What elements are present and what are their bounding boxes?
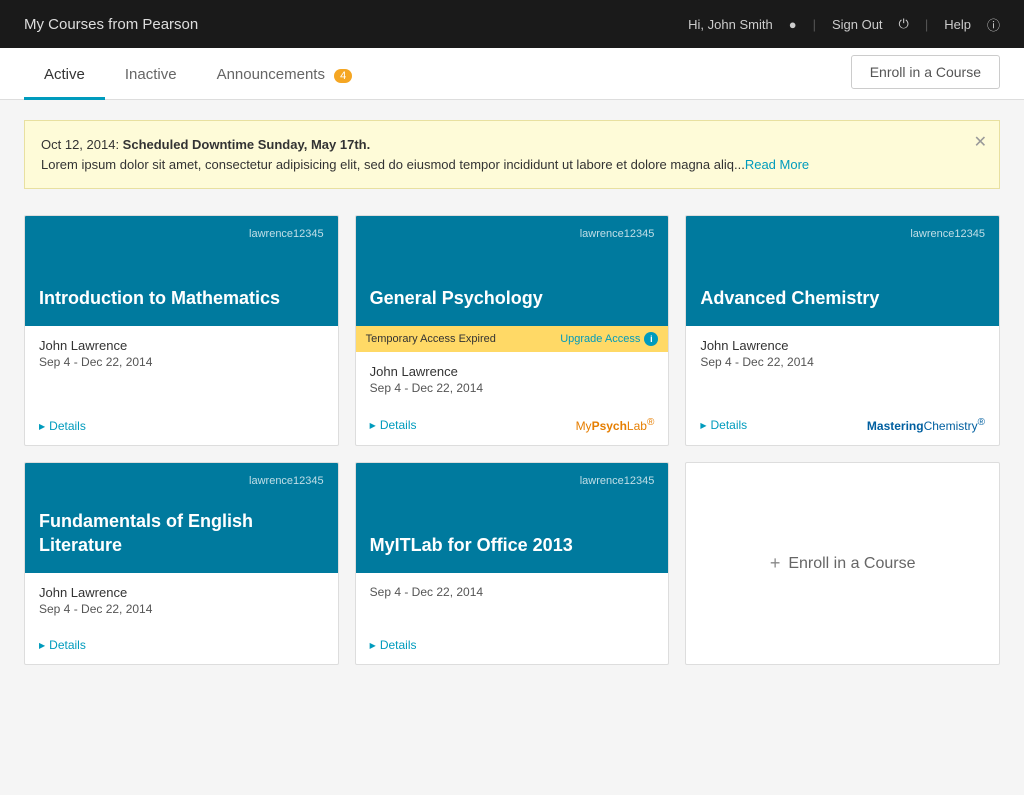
sign-out-link[interactable]: Sign Out [832,17,883,32]
card-dates: Sep 4 - Dec 22, 2014 [700,355,985,369]
temp-access-label: Temporary Access Expired [366,333,496,345]
details-link[interactable]: Details [370,418,417,432]
upgrade-access-link[interactable]: Upgrade Access i [560,332,658,346]
card-instructor: John Lawrence [39,338,324,353]
card-title: General Psychology [370,287,655,310]
card-header: lawrence12345 General Psychology [356,216,669,326]
card-dates: Sep 4 - Dec 22, 2014 [370,585,655,599]
tabs-bar: Active Inactive Announcements 4 Enroll i… [0,48,1024,100]
tab-announcements[interactable]: Announcements 4 [197,48,373,100]
card-header: lawrence12345 Fundamentals of English Li… [25,463,338,573]
course-card-chemistry: lawrence12345 Advanced Chemistry John La… [685,215,1000,446]
enroll-button[interactable]: Enroll in a Course [851,55,1000,89]
mastering-chemistry-brand: MasteringChemistry® [867,417,985,433]
details-link[interactable]: Details [700,418,747,432]
card-footer: Details MasteringChemistry® [686,417,999,445]
card-title: Fundamentals of English Literature [39,510,324,557]
tab-inactive[interactable]: Inactive [105,48,197,100]
user-greeting: Hi, John Smith [688,17,773,32]
card-dates: Sep 4 - Dec 22, 2014 [39,602,324,616]
card-instructor: John Lawrence [39,585,324,600]
plus-icon: + [770,553,781,574]
tab-active[interactable]: Active [24,48,105,100]
card-footer: Details MyPsychLab® [356,417,669,445]
card-header: lawrence12345 Advanced Chemistry [686,216,999,326]
announcement-date: Oct 12, 2014: [41,137,123,152]
card-username: lawrence12345 [370,228,655,240]
card-instructor: John Lawrence [370,364,655,379]
card-body: John Lawrence Sep 4 - Dec 22, 2014 [25,326,338,419]
card-username: lawrence12345 [370,475,655,487]
details-link[interactable]: Details [39,638,86,652]
card-dates: Sep 4 - Dec 22, 2014 [370,381,655,395]
card-title: Introduction to Mathematics [39,287,324,310]
card-title: MyITLab for Office 2013 [370,534,655,557]
card-footer: Details [25,638,338,664]
card-body: John Lawrence Sep 4 - Dec 22, 2014 [686,326,999,417]
details-link[interactable]: Details [370,638,417,652]
card-username: lawrence12345 [39,228,324,240]
card-title: Advanced Chemistry [700,287,985,310]
card-body: Sep 4 - Dec 22, 2014 [356,573,669,638]
course-card-myitlab: lawrence12345 MyITLab for Office 2013 Se… [355,462,670,665]
card-header: lawrence12345 MyITLab for Office 2013 [356,463,669,573]
course-card-english: lawrence12345 Fundamentals of English Li… [24,462,339,665]
sign-out-icon: ⏻ [899,16,909,32]
help-link[interactable]: Help [944,17,971,32]
close-icon[interactable]: ✕ [974,131,987,155]
mypsychlab-brand: MyPsychLab® [576,417,655,433]
header: My Courses from Pearson Hi, John Smith ●… [0,0,1024,48]
enroll-course-card[interactable]: + Enroll in a Course [685,462,1000,665]
card-body: John Lawrence Sep 4 - Dec 22, 2014 [25,573,338,638]
tabs-left: Active Inactive Announcements 4 [24,48,372,99]
card-username: lawrence12345 [39,475,324,487]
card-header: lawrence12345 Introduction to Mathematic… [25,216,338,326]
card-footer: Details [356,638,669,664]
card-body: John Lawrence Sep 4 - Dec 22, 2014 [356,352,669,417]
details-link[interactable]: Details [39,419,86,433]
course-grid: lawrence12345 Introduction to Mathematic… [0,199,1024,689]
card-dates: Sep 4 - Dec 22, 2014 [39,355,324,369]
header-right: Hi, John Smith ● | Sign Out ⏻ | Help ⓘ [688,15,1000,34]
card-footer: Details [25,419,338,445]
user-icon: ● [789,17,797,32]
announcement-body: Lorem ipsum dolor sit amet, consectetur … [41,157,745,172]
course-card-psychology: lawrence12345 General Psychology Tempora… [355,215,670,446]
info-icon: i [644,332,658,346]
temp-access-banner: Temporary Access Expired Upgrade Access … [356,326,669,352]
read-more-link[interactable]: Read More [745,157,809,172]
announcement-banner: Oct 12, 2014: Scheduled Downtime Sunday,… [24,120,1000,189]
course-card-intro-math: lawrence12345 Introduction to Mathematic… [24,215,339,446]
site-title: My Courses from Pearson [24,16,198,33]
card-username: lawrence12345 [700,228,985,240]
announcements-badge: 4 [334,69,352,83]
announcement-title: Scheduled Downtime Sunday, May 17th. [123,137,371,152]
enroll-card-label: Enroll in a Course [788,555,915,573]
card-instructor: John Lawrence [700,338,985,353]
help-icon: ⓘ [987,15,1000,34]
